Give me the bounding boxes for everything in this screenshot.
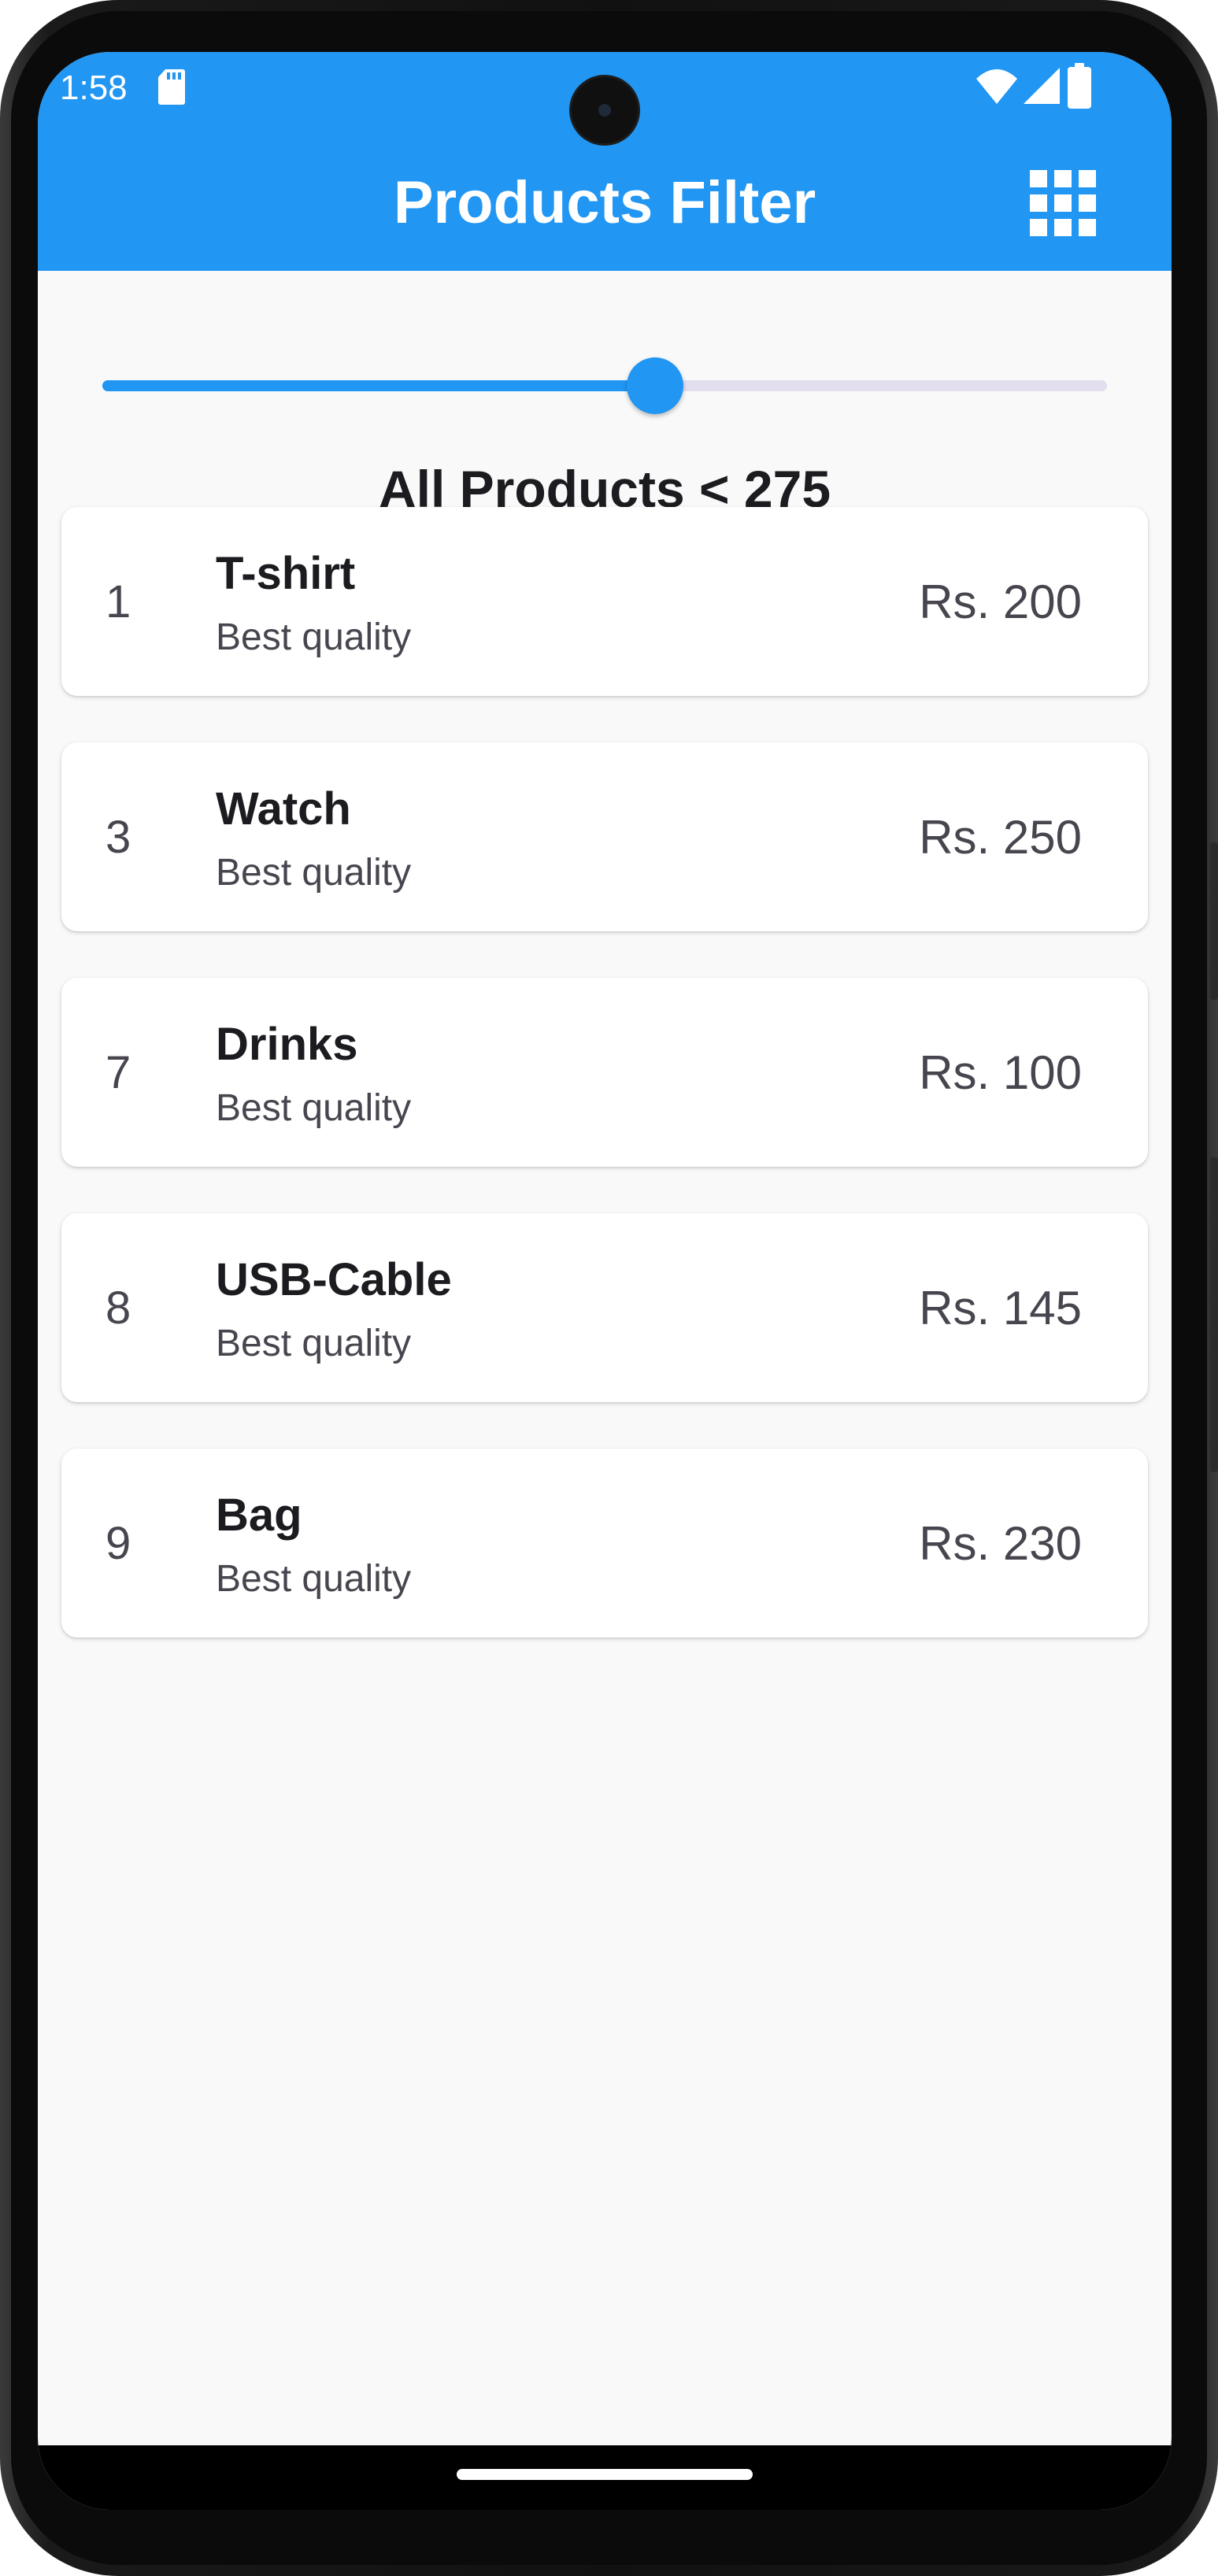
product-subtitle: Best quality (216, 1323, 412, 1364)
product-price: Rs. 250 (919, 811, 1082, 864)
product-id: 1 (106, 576, 131, 627)
product-id: 9 (106, 1518, 131, 1569)
status-bar: 1:58 (38, 52, 1172, 143)
product-name: Drinks (216, 1019, 358, 1070)
battery-icon (1068, 63, 1091, 109)
phone-frame: 1:58 Products Filter All Products < 275 … (0, 0, 1218, 2576)
product-name: T-shirt (216, 548, 356, 599)
product-id: 8 (106, 1282, 131, 1334)
navigation-bar (38, 2445, 1172, 2510)
product-name: Bag (216, 1490, 302, 1541)
home-indicator[interactable] (457, 2469, 753, 2480)
slider-active-track (102, 380, 655, 391)
product-price: Rs. 100 (919, 1046, 1082, 1099)
product-card[interactable]: 9 Bag Best quality Rs. 230 (61, 1449, 1148, 1638)
front-camera (572, 77, 638, 143)
power-button (1210, 1157, 1218, 1472)
product-id: 7 (106, 1047, 131, 1098)
product-subtitle: Best quality (216, 1087, 412, 1129)
signal-icon (1024, 68, 1060, 104)
wifi-icon (976, 69, 1017, 104)
volume-button (1210, 842, 1218, 1000)
sd-card-icon (158, 69, 185, 105)
product-price: Rs. 200 (919, 576, 1082, 628)
product-name: Watch (216, 783, 351, 835)
product-price: Rs. 145 (919, 1282, 1082, 1334)
page-title: Products Filter (393, 169, 816, 236)
status-time: 1:58 (60, 68, 128, 107)
product-card[interactable]: 3 Watch Best quality Rs. 250 (61, 742, 1148, 931)
product-id: 3 (106, 812, 131, 863)
product-list: 1 T-shirt Best quality Rs. 200 3 Watch Best qu… (61, 507, 1148, 1684)
product-card[interactable]: 7 Drinks Best quality Rs. 100 (61, 978, 1148, 1167)
product-subtitle: Best quality (216, 852, 412, 894)
app-bar: 1:58 Products Filter (38, 52, 1172, 271)
product-subtitle: Best quality (216, 1558, 412, 1600)
slider-thumb[interactable] (626, 357, 683, 414)
price-slider[interactable] (102, 354, 1107, 417)
product-card[interactable]: 8 USB-Cable Best quality Rs. 145 (61, 1213, 1148, 1402)
app-screen: 1:58 Products Filter All Products < 275 … (38, 52, 1172, 2510)
product-name: USB-Cable (216, 1254, 452, 1305)
grid-view-button[interactable] (1019, 159, 1105, 246)
grid-view-icon (1030, 170, 1096, 236)
product-card[interactable]: 1 T-shirt Best quality Rs. 200 (61, 507, 1148, 696)
product-subtitle: Best quality (216, 616, 412, 658)
product-price: Rs. 230 (919, 1517, 1082, 1570)
